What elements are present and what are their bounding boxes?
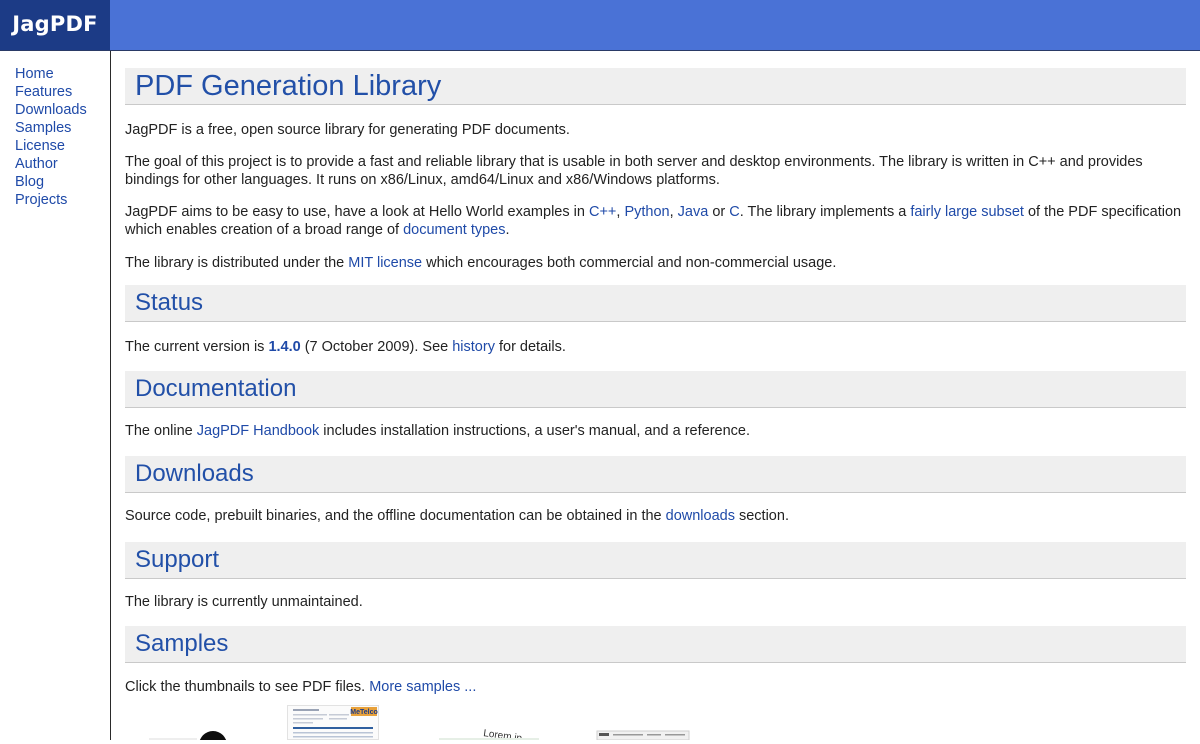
c-example-link[interactable]: C: [729, 204, 739, 220]
mit-license-link[interactable]: MIT license: [348, 255, 422, 271]
samples-heading: Samples: [125, 626, 1186, 663]
java-example-link[interactable]: Java: [678, 204, 709, 220]
sidebar-item-samples: Samples: [15, 119, 110, 137]
intro-text: ,: [669, 203, 678, 220]
sidebar-link-author[interactable]: Author: [15, 156, 58, 172]
downloads-section-link[interactable]: downloads: [666, 508, 735, 524]
sidebar-link-projects[interactable]: Projects: [15, 192, 67, 208]
samples-text: Click the thumbnails to see PDF files.: [125, 679, 370, 695]
sidebar-link-features[interactable]: Features: [15, 84, 72, 100]
pdf-subset-link[interactable]: fairly large subset: [910, 204, 1024, 220]
document-types-link[interactable]: document types: [403, 222, 505, 238]
sample-thumbnails: MeTelco Lorem ip: [125, 705, 725, 744]
status-text: The current version is: [125, 339, 269, 355]
sample-text-layout-icon: Lorem ip: [439, 705, 539, 744]
documentation-paragraph: The online JagPDF Handbook includes inst…: [125, 422, 1186, 441]
license-text: which encourages both commercial and non…: [422, 254, 837, 271]
sidebar-item-license: License: [15, 137, 110, 155]
sample-invoice-thumbnail[interactable]: MeTelco: [287, 705, 379, 740]
intro-text: . The library implements a: [739, 203, 911, 220]
sample-invoice-icon: MeTelco: [287, 705, 379, 740]
main-content: PDF Generation Library JagPDF is a free,…: [125, 68, 1186, 697]
handbook-link[interactable]: JagPDF Handbook: [197, 423, 320, 439]
top-header-bar: [0, 0, 1200, 51]
sidebar-item-features: Features: [15, 83, 110, 101]
intro-text: JagPDF aims to be easy to use, have a lo…: [125, 203, 589, 220]
samples-paragraph: Click the thumbnails to see PDF files. M…: [125, 678, 1186, 697]
intro-paragraph-2: The goal of this project is to provide a…: [125, 153, 1143, 189]
sidebar-link-blog[interactable]: Blog: [15, 174, 44, 190]
sidebar-link-samples[interactable]: Samples: [15, 120, 71, 136]
more-samples-link[interactable]: More samples ...: [369, 679, 476, 695]
sidebar-link-home[interactable]: Home: [15, 66, 54, 82]
license-text: The library is distributed under the: [125, 254, 349, 271]
downloads-text: Source code, prebuilt binaries, and the …: [125, 508, 666, 524]
sidebar-item-projects: Projects: [15, 191, 110, 209]
downloads-text: section.: [734, 508, 789, 524]
jagpdf-logo[interactable]: JagPDF: [0, 0, 110, 50]
documentation-text: The online: [125, 422, 197, 439]
intro-text: .: [505, 222, 510, 238]
sample-text-layout-thumbnail[interactable]: Lorem ip: [439, 705, 539, 744]
sample-table-icon: [595, 705, 691, 741]
sidebar-nav: Home Features Downloads Samples License …: [0, 51, 111, 740]
downloads-heading: Downloads: [125, 456, 1186, 493]
status-paragraph: The current version is 1.4.0 (7 October …: [125, 338, 1186, 357]
sample-dark-graphic-thumbnail[interactable]: [145, 705, 237, 744]
sidebar-link-license[interactable]: License: [15, 138, 65, 154]
support-paragraph: The library is currently unmaintained.: [125, 593, 363, 610]
sidebar-item-blog: Blog: [15, 173, 110, 191]
version-link[interactable]: 1.4.0: [268, 339, 300, 355]
page-title: PDF Generation Library: [125, 68, 1186, 105]
intro-text: or: [708, 203, 730, 220]
sidebar-item-home: Home: [15, 65, 110, 83]
intro-paragraph-1: JagPDF is a free, open source library fo…: [125, 122, 570, 138]
status-text: (7 October 2009). See: [300, 339, 453, 355]
intro-paragraph-4: The library is distributed under the MIT…: [125, 254, 1186, 273]
cpp-example-link[interactable]: C++: [589, 204, 616, 220]
invoice-brand-text: MeTelco: [350, 709, 378, 716]
documentation-text: includes installation instructions, a us…: [319, 422, 751, 439]
status-text: for details.: [494, 339, 566, 355]
documentation-heading: Documentation: [125, 370, 1186, 408]
sample-dark-graphic-icon: [145, 705, 237, 744]
sidebar-link-downloads[interactable]: Downloads: [15, 102, 87, 118]
intro-paragraph-3: JagPDF aims to be easy to use, have a lo…: [125, 203, 1186, 240]
downloads-paragraph: Source code, prebuilt binaries, and the …: [125, 507, 1186, 526]
sample-table-thumbnail[interactable]: [595, 705, 691, 741]
sidebar-item-downloads: Downloads: [15, 101, 110, 119]
support-heading: Support: [125, 541, 1186, 579]
python-example-link[interactable]: Python: [624, 204, 669, 220]
history-link[interactable]: history: [452, 339, 495, 355]
sidebar-item-author: Author: [15, 155, 110, 173]
status-heading: Status: [125, 285, 1186, 322]
